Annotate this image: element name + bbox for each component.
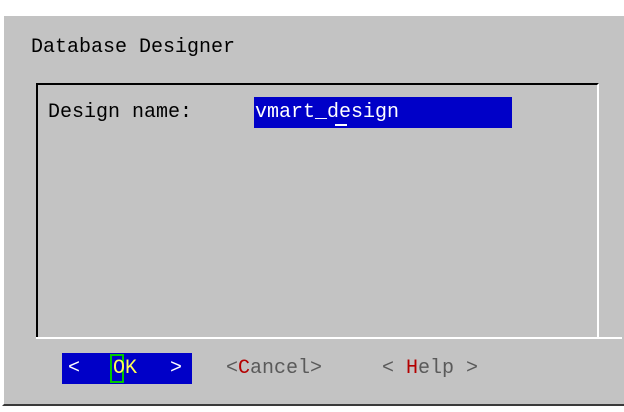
cancel-bracket-right: >	[310, 357, 323, 380]
ok-bracket-left: <	[68, 357, 81, 380]
frame-divider	[36, 337, 622, 339]
help-label-rest: elp	[418, 357, 455, 380]
ok-button[interactable]: < OK >	[62, 353, 192, 384]
dialog-title: Database Designer	[31, 36, 236, 59]
help-hotkey: H	[406, 357, 419, 380]
design-name-input[interactable]	[254, 97, 512, 128]
cancel-hotkey: C	[238, 357, 251, 380]
ok-bracket-right: >	[169, 357, 182, 380]
button-row: < OK > <Cancel> < Help >	[0, 350, 624, 390]
cancel-label-rest: ancel	[250, 357, 311, 380]
cancel-bracket-left: <	[226, 357, 239, 380]
ok-label: OK	[113, 357, 138, 380]
help-bracket-right: >	[454, 357, 479, 380]
terminal-screen: Database Designer Design name: < OK > <C…	[0, 0, 624, 412]
text-cursor	[335, 124, 347, 126]
help-bracket-left: <	[382, 357, 407, 380]
design-name-label: Design name:	[48, 101, 193, 124]
help-button[interactable]: < Help >	[382, 353, 478, 384]
cancel-button[interactable]: <Cancel>	[226, 353, 322, 384]
